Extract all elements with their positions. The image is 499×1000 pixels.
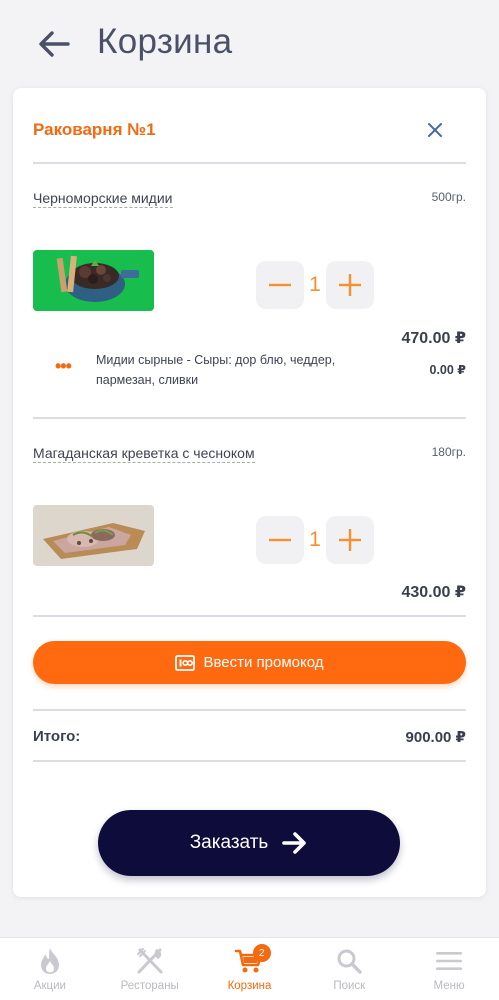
nav-item-cart[interactable]: 2 Корзина (200, 938, 300, 1000)
cart-card: Раковарня №1 Черноморские мидии 500гр. 1 (13, 88, 486, 897)
divider (33, 760, 466, 762)
item-price: 430.00 ₽ (401, 584, 466, 601)
total-value: 900.00 ₽ (405, 729, 466, 746)
minus-icon (269, 283, 291, 287)
more-dots-icon[interactable]: ••• (55, 356, 72, 377)
divider (33, 162, 466, 164)
total-label: Итого: (33, 728, 81, 745)
quantity-stepper: 1 (256, 515, 374, 565)
nav-label: Поиск (333, 980, 366, 992)
nav-item-restaurants[interactable]: Рестораны (100, 938, 200, 1000)
item-name[interactable]: Черноморские мидии (33, 190, 173, 208)
nav-label: Корзина (227, 980, 272, 992)
flame-icon (40, 948, 59, 974)
modifier-price: 0.00 ₽ (429, 363, 467, 377)
page-title: Корзина (97, 22, 233, 61)
nav-item-menu[interactable]: Меню (399, 938, 499, 1000)
divider (33, 417, 466, 419)
increase-quantity-button[interactable] (326, 516, 374, 564)
quantity-stepper: 1 (256, 260, 374, 310)
coupon-icon (175, 654, 196, 671)
quantity-value: 1 (309, 528, 321, 551)
item-photo-shrimp (33, 505, 154, 566)
nav-item-promotions[interactable]: Акции (0, 938, 100, 1000)
order-button[interactable]: Заказать (98, 810, 400, 876)
decrease-quantity-button[interactable] (256, 516, 304, 564)
item-photo-mussels (33, 250, 154, 311)
minus-icon (269, 538, 291, 542)
arrow-right-icon (282, 832, 307, 854)
search-icon (337, 949, 362, 974)
item-weight: 500гр. (431, 190, 466, 204)
plus-icon (339, 529, 361, 551)
item-modifier: Мидии сырные - Сыры: дор блю, чеддер, па… (96, 353, 336, 387)
fork-knife-icon (136, 948, 163, 974)
nav-label: Меню (433, 980, 465, 992)
nav-label: Рестораны (120, 980, 179, 992)
header: Корзина (0, 0, 499, 88)
remove-restaurant-button[interactable] (423, 118, 447, 142)
decrease-quantity-button[interactable] (256, 261, 304, 309)
quantity-value: 1 (309, 273, 321, 296)
divider (33, 709, 466, 711)
plus-icon (339, 274, 361, 296)
arrow-left-icon (39, 31, 70, 57)
promo-code-button[interactable]: Ввести промокод (33, 641, 466, 684)
item-name[interactable]: Магаданская креветка с чесноком (33, 445, 255, 463)
menu-icon (436, 952, 463, 970)
nav-label: Акции (33, 980, 66, 992)
promo-code-label: Ввести промокод (203, 654, 324, 671)
back-button[interactable] (34, 24, 74, 64)
restaurant-name: Раковарня №1 (33, 120, 156, 139)
item-weight: 180гр. (431, 445, 466, 459)
order-button-label: Заказать (189, 832, 269, 853)
increase-quantity-button[interactable] (326, 261, 374, 309)
bottom-nav: Акции Рестораны 2 Корзина Поиск Меню (0, 937, 499, 1000)
cart-count-badge: 2 (252, 944, 271, 962)
divider (33, 615, 466, 617)
item-price: 470.00 ₽ (401, 330, 466, 347)
close-icon (428, 123, 442, 137)
nav-item-search[interactable]: Поиск (299, 938, 399, 1000)
